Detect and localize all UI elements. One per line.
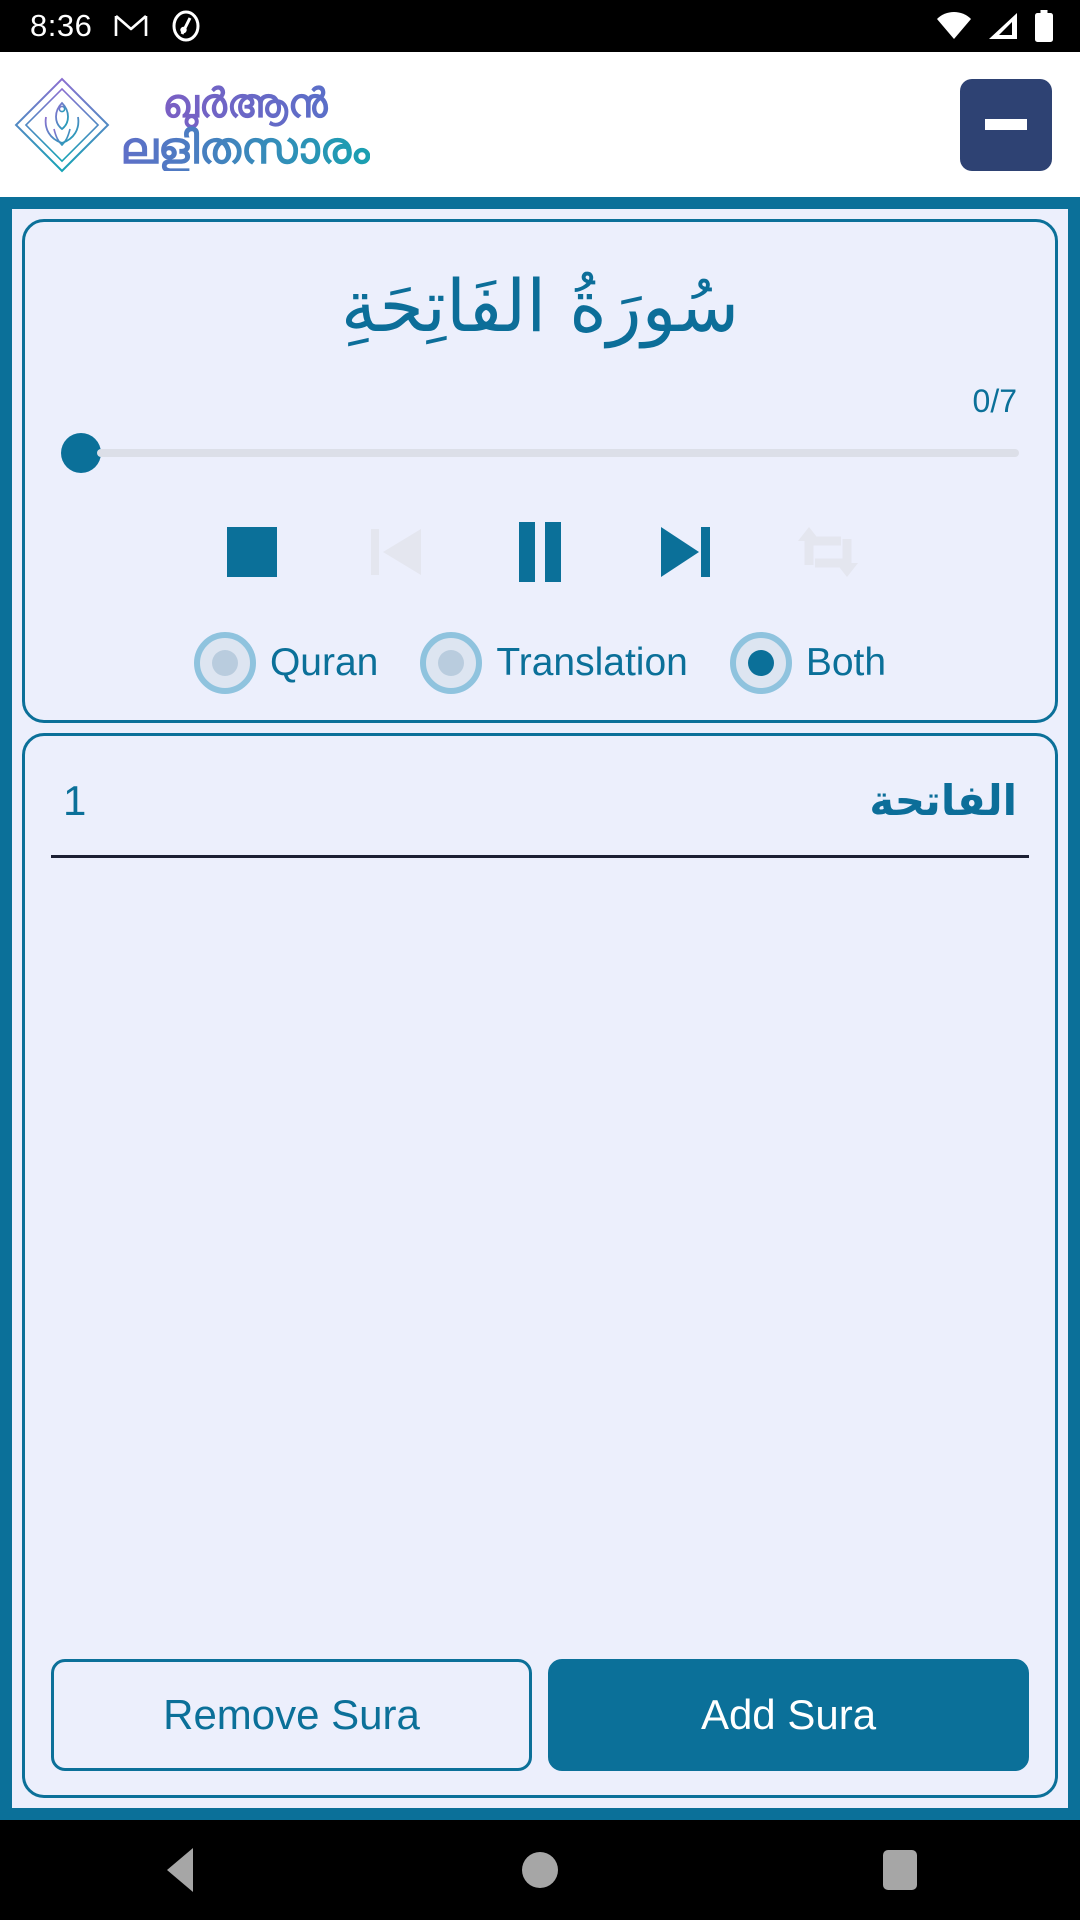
stop-button[interactable] [210,510,294,594]
player-panel: سُورَةُ الفَاتِحَةِ 0/7 Quran Translatio… [22,219,1058,724]
phone-screen: 8:36 ഖുർആൻ ലളിതസാരം سُورَةُ الفَاتِحَةِ … [0,0,1080,1920]
sura-name-arabic: الفاتحة [869,776,1017,826]
app-brand: ഖുർആൻ ലളിതസാരം [10,73,370,177]
previous-button[interactable] [354,510,438,594]
minimize-icon [985,119,1027,130]
app-notification-icon [170,10,202,42]
nav-home-button[interactable] [480,1820,600,1920]
pause-button[interactable] [498,510,582,594]
pause-icon [509,518,571,586]
slider-track[interactable] [97,449,1019,458]
mode-label-quran: Quran [269,641,379,685]
status-clock: 8:36 [30,8,93,43]
next-button[interactable] [642,510,726,594]
mode-option-translation[interactable]: Translation [420,632,688,695]
transport-controls [55,510,1025,594]
add-sura-button[interactable]: Add Sura [548,1659,1029,1771]
wifi-icon [936,11,972,41]
radio-dot [438,650,465,677]
sura-list-item[interactable]: 1 الفاتحة [51,750,1029,859]
gmail-icon [114,11,148,41]
sura-title-arabic: سُورَةُ الفَاتِحَةِ [340,264,740,348]
quran-diamond-logo [10,73,114,177]
app-brand-wordmark: ഖുർആൻ ലളിതസാരം [120,79,370,171]
battery-icon [1034,9,1054,43]
minimize-button[interactable] [960,78,1052,171]
slider-thumb[interactable] [61,433,101,474]
mode-option-quran[interactable]: Quran [193,632,379,695]
recents-icon [883,1850,917,1890]
radio-dot [747,650,774,677]
sura-actions: Remove Sura Add Sura [51,1649,1029,1771]
repeat-icon [793,521,863,583]
stop-icon [221,521,283,583]
skip-previous-icon [365,521,427,583]
radio-translation[interactable] [420,632,483,695]
radio-quran[interactable] [193,632,256,695]
status-bar-right [936,9,1054,43]
radio-both[interactable] [729,632,792,695]
home-icon [522,1852,558,1888]
radio-dot [211,650,238,677]
ayah-progress-label: 0/7 [972,383,1017,420]
playback-mode-group: Quran Translation Both [55,632,1025,695]
playback-slider[interactable] [55,430,1025,476]
app-header: ഖുർആൻ ലളിതസാരം [0,52,1080,197]
mode-label-both: Both [805,641,887,685]
back-icon [167,1848,193,1892]
remove-sura-button[interactable]: Remove Sura [51,1659,532,1771]
sura-list[interactable]: 1 الفاتحة [51,750,1029,1649]
nav-recents-button[interactable] [840,1820,960,1920]
nav-back-button[interactable] [120,1820,240,1920]
sura-index: 1 [63,776,87,824]
android-nav-bar [0,1820,1080,1920]
mode-label-translation: Translation [496,641,688,685]
status-bar-left: 8:36 [30,8,202,44]
content-frame: سُورَةُ الفَاتِحَةِ 0/7 Quran Translatio… [0,197,1080,1820]
repeat-button[interactable] [786,510,870,594]
skip-next-icon [653,521,715,583]
brand-line2-text: ലളിതസാരം [120,124,370,171]
sura-list-panel: 1 الفاتحة Remove Sura Add Sura [22,733,1058,1798]
cellular-signal-icon [986,11,1020,41]
brand-line1-text: ഖുർആൻ [162,82,328,129]
status-bar: 8:36 [0,0,1080,52]
mode-option-both[interactable]: Both [729,632,887,695]
